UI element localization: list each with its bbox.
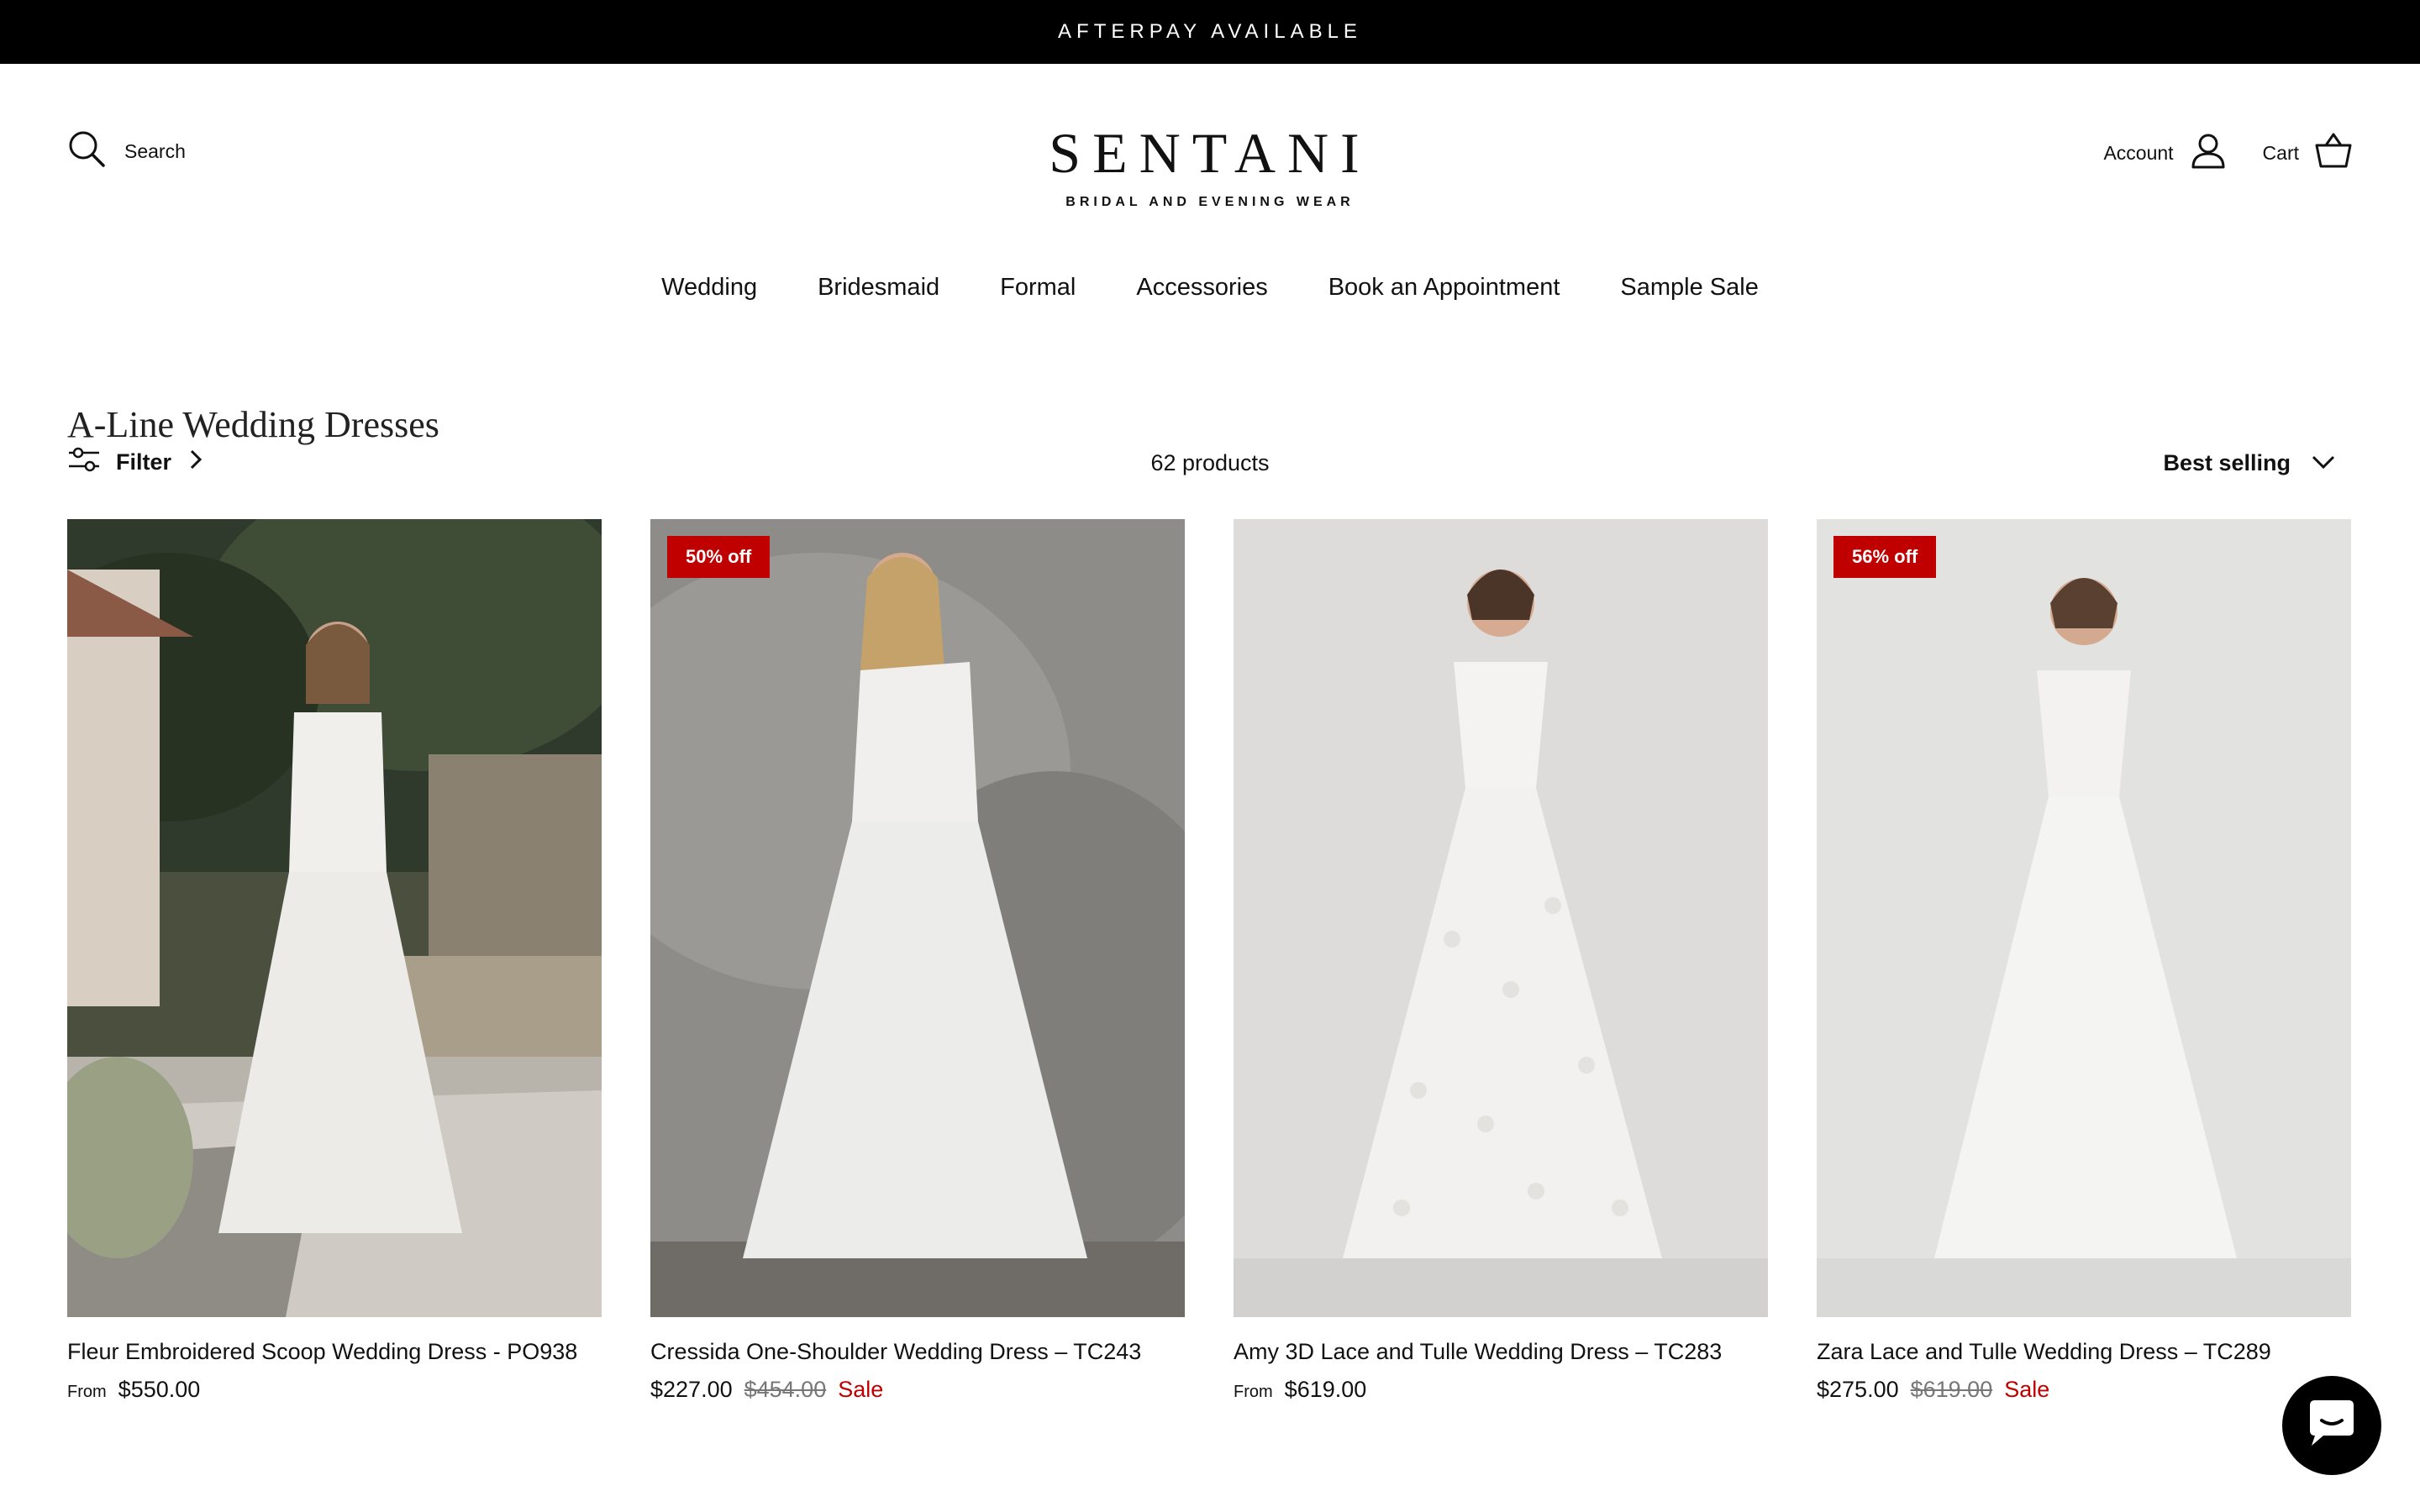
chat-button[interactable] <box>2282 1376 2381 1475</box>
nav-item-formal[interactable]: Formal <box>1000 274 1076 302</box>
sort-label: Best selling <box>2163 450 2291 475</box>
site-logo[interactable]: SENTANI BRIDAL AND EVENING WEAR <box>0 124 2420 210</box>
chat-icon <box>2305 1399 2359 1453</box>
product-grid: Fleur Embroidered Scoop Wedding Dress - … <box>67 519 2353 1403</box>
logo-wordmark: SENTANI <box>1049 121 1371 185</box>
nav-item-bridesmaid[interactable]: Bridesmaid <box>818 274 939 302</box>
nav-item-accessories[interactable]: Accessories <box>1136 274 1267 302</box>
collection-toolbar: Filter 62 products Best selling <box>67 445 2353 484</box>
discount-badge: 56% off <box>1833 536 1937 578</box>
cart-link[interactable]: Cart <box>2263 131 2353 175</box>
nav-item-book-appointment[interactable]: Book an Appointment <box>1328 274 1560 302</box>
product-card[interactable]: 50% off Cressida One-Shoulder Wedding Dr… <box>650 519 1185 1403</box>
product-count: 62 products <box>1150 450 1270 475</box>
product-price: $227.00 $454.00 Sale <box>650 1377 1185 1403</box>
sale-label: Sale <box>2004 1377 2050 1402</box>
announcement-bar: AFTERPAY AVAILABLE <box>0 0 2420 64</box>
price-current: $227.00 <box>650 1377 733 1402</box>
basket-icon <box>2314 131 2353 175</box>
product-image[interactable] <box>1234 519 1768 1317</box>
product-card[interactable]: 56% off Zara Lace and Tulle Wedding Dres… <box>1817 519 2351 1403</box>
chevron-down-icon <box>2311 450 2336 476</box>
nav-item-wedding[interactable]: Wedding <box>661 274 757 302</box>
product-name[interactable]: Amy 3D Lace and Tulle Wedding Dress – TC… <box>1234 1339 1768 1365</box>
account-label: Account <box>2103 141 2174 164</box>
nav-item-sample-sale[interactable]: Sample Sale <box>1620 274 1758 302</box>
price-current: $275.00 <box>1817 1377 1899 1402</box>
product-name[interactable]: Zara Lace and Tulle Wedding Dress – TC28… <box>1817 1339 2351 1365</box>
product-image[interactable] <box>67 519 602 1317</box>
logo-tagline: BRIDAL AND EVENING WEAR <box>1065 195 1355 209</box>
cart-label: Cart <box>2262 141 2299 164</box>
collection-title: A-Line Wedding Dresses <box>67 404 439 445</box>
sort-dropdown[interactable]: Best selling <box>2163 450 2336 476</box>
account-link[interactable]: Account <box>2103 131 2227 175</box>
product-price: From $550.00 <box>67 1377 602 1403</box>
product-card[interactable]: Fleur Embroidered Scoop Wedding Dress - … <box>67 519 602 1403</box>
price-from-label: From <box>1234 1383 1273 1401</box>
site-header: Search SENTANI BRIDAL AND EVENING WEAR A… <box>0 64 2420 307</box>
product-name[interactable]: Fleur Embroidered Scoop Wedding Dress - … <box>67 1339 602 1365</box>
main-nav: Wedding Bridesmaid Formal Accessories Bo… <box>0 274 2420 302</box>
product-image[interactable]: 50% off <box>650 519 1185 1317</box>
price-current: $550.00 <box>118 1377 201 1402</box>
sale-label: Sale <box>838 1377 884 1402</box>
price-from-label: From <box>67 1383 107 1401</box>
product-price: $275.00 $619.00 Sale <box>1817 1377 2351 1403</box>
product-card[interactable]: Amy 3D Lace and Tulle Wedding Dress – TC… <box>1234 519 1768 1403</box>
user-icon <box>2189 131 2228 175</box>
price-current: $619.00 <box>1284 1377 1367 1402</box>
discount-badge: 50% off <box>667 536 771 578</box>
announcement-text: AFTERPAY AVAILABLE <box>1058 20 1362 43</box>
product-name[interactable]: Cressida One-Shoulder Wedding Dress – TC… <box>650 1339 1185 1365</box>
product-price: From $619.00 <box>1234 1377 1768 1403</box>
price-compare: $454.00 <box>744 1377 827 1402</box>
price-compare: $619.00 <box>1910 1377 1993 1402</box>
product-image[interactable]: 56% off <box>1817 519 2351 1317</box>
